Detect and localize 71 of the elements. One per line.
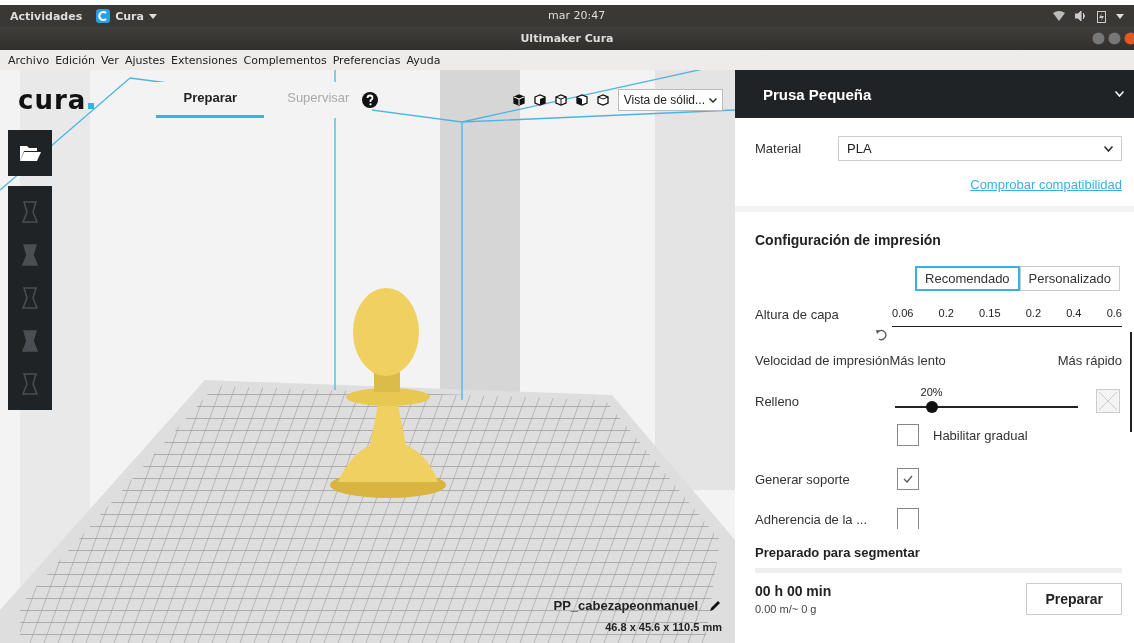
check-icon (903, 475, 913, 483)
slow-label: Más lento (889, 353, 946, 368)
slider-value: 20% (920, 386, 943, 398)
view-mode-dropdown[interactable]: Vista de sólid... (617, 89, 723, 111)
folder-icon (19, 144, 41, 162)
window-title: Ultimaker Cura (520, 32, 614, 45)
slider-tick-label: 0.2 (938, 307, 954, 319)
maximize-button[interactable] (1108, 32, 1121, 45)
scrollbar[interactable] (1130, 332, 1132, 432)
chevron-icon (1104, 145, 1113, 152)
pencil-icon[interactable] (708, 598, 722, 613)
checkbox-label: Habilitar gradual (933, 427, 1028, 443)
prepare-button[interactable]: Preparar (1026, 583, 1122, 615)
print-time: 00 h 00 min (755, 583, 832, 599)
model-dimensions: 46.8 x 45.6 x 110.5 mm (605, 621, 722, 633)
menu-item[interactable]: Archivo (8, 53, 50, 67)
material-label: Material (755, 141, 803, 156)
menu-item[interactable]: Ver (100, 53, 119, 67)
menu-item[interactable]: Preferencias (332, 53, 401, 67)
help-icon[interactable] (362, 92, 379, 108)
menu-item[interactable]: Complementos (243, 53, 327, 67)
cube-icon[interactable] (595, 93, 610, 107)
slider-tick-label: 0.2 (1025, 307, 1041, 319)
menu-item[interactable]: Extensiones (171, 53, 238, 67)
material-dropdown[interactable]: PLA (838, 136, 1122, 161)
setting-label: Adherencia de la ... (755, 511, 869, 527)
slider-tick-label: 0.06 (892, 307, 914, 319)
printer-name[interactable]: Prusa Pequeña (763, 85, 872, 103)
app-icon (96, 9, 111, 23)
chevron-icon[interactable] (1115, 91, 1124, 97)
checkbox[interactable] (897, 508, 919, 529)
slider-tick-label: 0.4 (1066, 307, 1082, 319)
menu-item[interactable]: Ayuda (406, 53, 441, 67)
app-menu[interactable]: Cura (115, 9, 144, 23)
model-name: PP_cabezapeonmanuel (553, 598, 698, 613)
open-file-button[interactable] (8, 130, 52, 176)
mode-button[interactable]: Recomendado (915, 266, 1020, 291)
setting-label: Generar soporte (755, 471, 851, 487)
cube-icon[interactable] (553, 93, 568, 107)
menu-item[interactable]: Ajustes (124, 53, 165, 67)
checkbox[interactable] (897, 424, 919, 446)
status-text: Preparado para segmentar (755, 545, 921, 560)
close-button[interactable] (1124, 32, 1134, 45)
section-title: Configuración de impresión (755, 232, 942, 248)
infill-pattern-icon (1096, 389, 1120, 413)
slider-tick-label: 0.15 (979, 307, 1001, 319)
setting-label: Altura de capa (755, 307, 840, 324)
caret-icon (148, 13, 157, 19)
mode-button[interactable]: Personalizado (1019, 266, 1120, 291)
setting-label: Relleno (755, 393, 801, 409)
chevron-icon (709, 97, 717, 103)
material-usage: 0.00 m/~ 0 g (755, 603, 818, 615)
battery-icon[interactable] (1097, 9, 1106, 23)
checkbox[interactable] (897, 468, 919, 490)
cube-icon[interactable] (532, 93, 547, 107)
menu-item[interactable]: Edición (55, 53, 95, 67)
fast-label: Más rápido (1057, 353, 1122, 368)
slider-tick-label: 0.6 (1106, 307, 1122, 319)
clock[interactable]: mar 20:47 (548, 9, 606, 22)
wifi-icon[interactable] (1053, 11, 1065, 21)
activities-button[interactable]: Actividades (10, 9, 83, 23)
reset-icon[interactable] (875, 329, 887, 341)
cube-icon[interactable] (574, 93, 589, 107)
minimize-button[interactable] (1092, 32, 1105, 45)
cube-icon[interactable] (511, 93, 526, 107)
slider-thumb[interactable] (925, 401, 938, 413)
caret-icon[interactable] (1116, 13, 1124, 19)
setting-label: Velocidad de impresión (755, 353, 890, 368)
volume-icon[interactable] (1075, 11, 1087, 21)
tab[interactable]: Preparar (156, 82, 265, 118)
logo-text: cura (18, 85, 87, 115)
